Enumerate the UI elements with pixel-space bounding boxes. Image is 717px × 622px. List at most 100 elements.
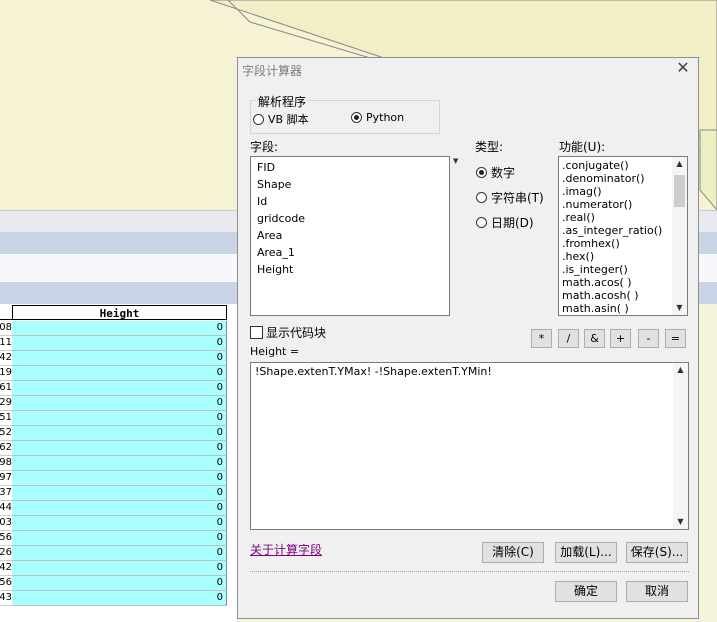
function-item[interactable]: .fromhex() [559, 237, 687, 250]
fields-label: 字段: [250, 140, 279, 154]
table-row[interactable]: 98 0 [0, 456, 228, 471]
table-row[interactable]: 11 0 [0, 336, 228, 351]
height-cell[interactable]: 0 [12, 561, 227, 576]
operator-divide-button[interactable]: / [558, 329, 579, 348]
table-row[interactable]: 61 0 [0, 381, 228, 396]
table-row[interactable]: 29 0 [0, 396, 228, 411]
scroll-down-icon[interactable]: ▼ [672, 301, 687, 315]
operator-plus-button[interactable]: + [610, 329, 631, 348]
height-cell[interactable]: 0 [12, 336, 227, 351]
table-row[interactable]: 56 0 [0, 531, 228, 546]
clear-button[interactable]: 清除(C) [482, 542, 544, 563]
functions-list[interactable]: .conjugate() .denominator() .imag() .numera… [558, 156, 688, 316]
functions-scrollbar[interactable]: ▲ ▼ [672, 157, 687, 315]
table-rows: 08 0 11 0 42 0 19 0 61 0 29 0 51 0 52 0 62 0 98 0 97 0 37 0 44 0 0… [0, 321, 228, 606]
expression-textarea[interactable]: !Shape.extenT.YMax! -!Shape.extenT.YMin!… [250, 362, 689, 530]
height-cell[interactable]: 0 [12, 516, 227, 531]
table-row[interactable]: 08 0 [0, 321, 228, 336]
field-item[interactable]: FID [251, 159, 449, 176]
scroll-thumb[interactable] [674, 175, 685, 207]
dialog-title: 字段计算器 [242, 64, 303, 78]
parser-label: 解析程序 [256, 93, 309, 110]
height-cell[interactable]: 0 [12, 576, 227, 591]
height-cell[interactable]: 0 [12, 441, 227, 456]
height-cell[interactable]: 0 [12, 381, 227, 396]
row-id-cell: 51 [0, 411, 12, 426]
function-item[interactable]: .real() [559, 211, 687, 224]
radio-python[interactable]: Python [351, 111, 404, 124]
table-row[interactable]: 44 0 [0, 501, 228, 516]
separator [250, 571, 689, 572]
type-string-radio[interactable]: 字符串(T) [476, 189, 544, 206]
height-cell[interactable]: 0 [12, 546, 227, 561]
function-item[interactable]: .numerator() [559, 198, 687, 211]
table-row[interactable]: 42 0 [0, 351, 228, 366]
operator-multiply-button[interactable]: * [531, 329, 552, 348]
function-item[interactable]: .is_integer() [559, 263, 687, 276]
field-item[interactable]: Shape [251, 176, 449, 193]
ok-button[interactable]: 确定 [555, 581, 617, 602]
function-item[interactable]: .as_integer_ratio() [559, 224, 687, 237]
table-row[interactable]: 97 0 [0, 471, 228, 486]
height-cell[interactable]: 0 [12, 591, 227, 606]
table-row[interactable]: 42 0 [0, 561, 228, 576]
chevron-down-icon[interactable]: ▼ [453, 157, 458, 165]
field-item[interactable]: Area_1 [251, 244, 449, 261]
function-item[interactable]: math.asin( ) [559, 302, 687, 315]
table-row[interactable]: 52 0 [0, 426, 228, 441]
table-row[interactable]: 56 0 [0, 576, 228, 591]
radio-vbscript[interactable]: VB 脚本 [253, 111, 309, 127]
function-item[interactable]: math.acosh( ) [559, 289, 687, 302]
table-row[interactable]: 51 0 [0, 411, 228, 426]
scroll-down-icon[interactable]: ▼ [673, 515, 688, 529]
table-row[interactable]: 37 0 [0, 486, 228, 501]
height-cell[interactable]: 0 [12, 501, 227, 516]
operator-equals-button[interactable]: = [665, 329, 686, 348]
scroll-up-icon[interactable]: ▲ [673, 363, 688, 377]
table-row[interactable]: 19 0 [0, 366, 228, 381]
function-item[interactable]: .imag() [559, 185, 687, 198]
row-id-cell: 98 [0, 456, 12, 471]
save-button[interactable]: 保存(S)... [626, 542, 688, 563]
operator-and-button[interactable]: & [584, 329, 605, 348]
operator-minus-button[interactable]: - [638, 329, 659, 348]
field-item[interactable]: Height [251, 261, 449, 278]
table-corner [0, 305, 12, 320]
expression-text: !Shape.extenT.YMax! -!Shape.extenT.YMin! [255, 365, 492, 378]
load-button[interactable]: 加载(L)... [555, 542, 617, 563]
height-cell[interactable]: 0 [12, 321, 227, 336]
table-row[interactable]: 43 0 [0, 591, 228, 606]
field-item[interactable]: Area [251, 227, 449, 244]
column-header-height[interactable]: Height [12, 305, 227, 320]
show-codeblock-checkbox[interactable]: 显示代码块 [250, 324, 326, 341]
cancel-button[interactable]: 取消 [626, 581, 688, 602]
table-row[interactable]: 62 0 [0, 441, 228, 456]
scroll-up-icon[interactable]: ▲ [672, 157, 687, 171]
function-item[interactable]: .hex() [559, 250, 687, 263]
height-cell[interactable]: 0 [12, 456, 227, 471]
fields-list[interactable]: FID Shape Id gridcode Area Area_1 Height [250, 156, 450, 316]
height-cell[interactable]: 0 [12, 486, 227, 501]
height-cell[interactable]: 0 [12, 396, 227, 411]
type-date-radio[interactable]: 日期(D) [476, 214, 534, 231]
row-id-cell: 08 [0, 321, 12, 336]
height-cell[interactable]: 0 [12, 471, 227, 486]
height-cell[interactable]: 0 [12, 366, 227, 381]
type-label: 类型: [475, 140, 504, 154]
type-number-radio[interactable]: 数字 [476, 164, 515, 181]
height-cell[interactable]: 0 [12, 531, 227, 546]
height-cell[interactable]: 0 [12, 426, 227, 441]
table-row[interactable]: 03 0 [0, 516, 228, 531]
height-cell[interactable]: 0 [12, 351, 227, 366]
row-id-cell: 19 [0, 366, 12, 381]
about-calculate-field-link[interactable]: 关于计算字段 [250, 541, 322, 558]
expression-scrollbar[interactable]: ▲ ▼ [672, 363, 688, 529]
table-row[interactable]: 26 0 [0, 546, 228, 561]
function-item[interactable]: math.acos( ) [559, 276, 687, 289]
height-cell[interactable]: 0 [12, 411, 227, 426]
close-icon[interactable]: ✕ [676, 60, 690, 76]
field-item[interactable]: Id [251, 193, 449, 210]
function-item[interactable]: .denominator() [559, 172, 687, 185]
field-item[interactable]: gridcode [251, 210, 449, 227]
function-item[interactable]: .conjugate() [559, 159, 687, 172]
